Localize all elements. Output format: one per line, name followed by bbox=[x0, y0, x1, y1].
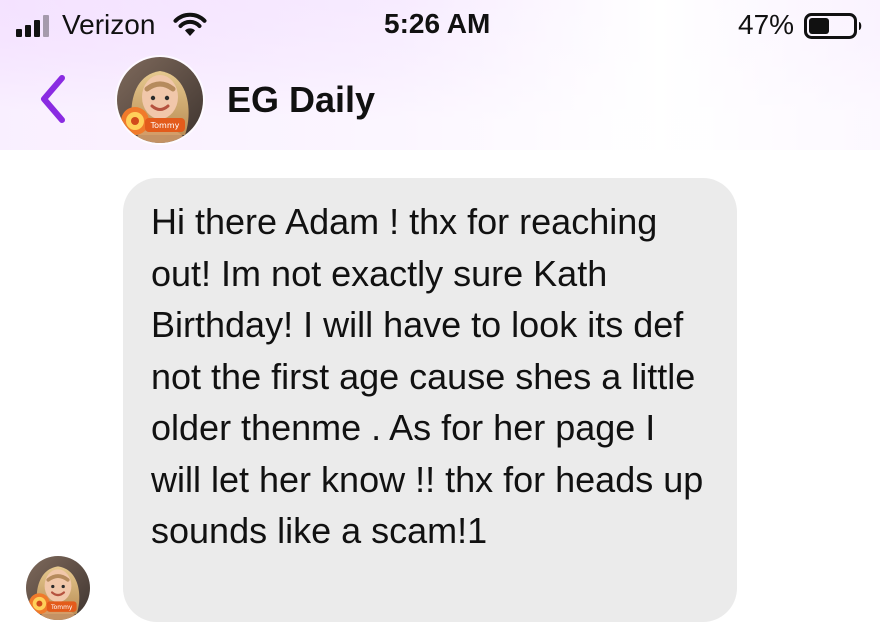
contact-avatar[interactable]: Tommy bbox=[117, 57, 203, 143]
avatar-badge-text: Tommy bbox=[50, 604, 73, 611]
sender-avatar[interactable]: Tommy bbox=[26, 556, 90, 620]
contact-name[interactable]: EG Daily bbox=[227, 78, 375, 122]
carrier-name: Verizon bbox=[62, 9, 156, 40]
back-button[interactable] bbox=[36, 72, 70, 126]
chevron-left-icon bbox=[41, 75, 65, 123]
message-bubble[interactable]: Hi there Adam ! thx for reaching out! Im… bbox=[123, 178, 737, 622]
battery-percentage: 47% bbox=[738, 9, 795, 40]
chat-header: Tommy EG Daily bbox=[0, 50, 880, 150]
message-text: Hi there Adam ! thx for reaching out! Im… bbox=[151, 201, 714, 551]
status-bar: Verizon 5:26 AM 47% bbox=[0, 0, 880, 50]
avatar-badge-text: Tommy bbox=[150, 121, 180, 130]
clock-time: 5:26 AM bbox=[384, 8, 491, 39]
wifi-icon bbox=[172, 12, 208, 38]
cellular-signal-icon bbox=[16, 15, 56, 37]
battery-icon bbox=[804, 13, 864, 39]
